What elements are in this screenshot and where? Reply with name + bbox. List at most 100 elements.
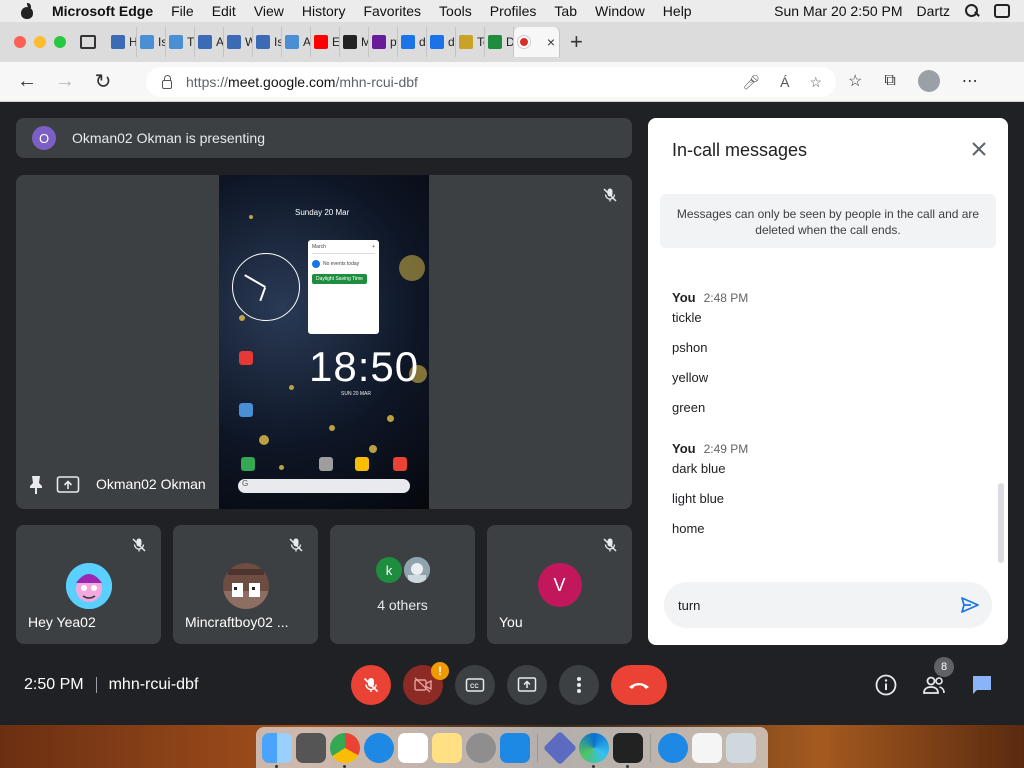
close-window-button[interactable] — [14, 36, 26, 48]
participant-tile-hey-yea02[interactable]: Hey Yea02 — [16, 525, 161, 644]
menubar-user[interactable]: Dartz — [917, 3, 950, 19]
menubar-clock[interactable]: Sun Mar 20 2:50 PM — [774, 3, 902, 19]
participant-tile-you[interactable]: V You — [487, 525, 632, 644]
collections-icon[interactable]: ⧉ — [884, 72, 895, 90]
menu-tab[interactable]: Tab — [554, 3, 577, 19]
notes-icon[interactable] — [432, 732, 462, 763]
chat-icon[interactable] — [970, 673, 994, 697]
browser-tab[interactable]: Top — [456, 27, 485, 57]
browser-tab[interactable]: Hor — [108, 27, 137, 57]
browser-tab[interactable]: Ma — [340, 27, 369, 57]
terminal-icon[interactable] — [613, 732, 643, 768]
tab-actions-icon[interactable] — [80, 35, 96, 49]
url-host: meet.google.com — [228, 74, 336, 90]
browser-tab[interactable]: An — [282, 27, 311, 57]
minimize-window-button[interactable] — [34, 36, 46, 48]
control-center-icon[interactable] — [994, 4, 1010, 18]
menu-window[interactable]: Window — [595, 3, 645, 19]
diamond-app-icon[interactable] — [543, 730, 577, 765]
in-call-messages-panel: In-call messages Messages can only be se… — [648, 118, 1008, 645]
menu-help[interactable]: Help — [663, 3, 692, 19]
browser-tab[interactable]: pw — [369, 27, 398, 57]
participant-tile-mincraftboy02[interactable]: Mincraftboy02 ... — [173, 525, 318, 644]
menu-favorites[interactable]: Favorites — [363, 3, 421, 19]
safari-icon[interactable] — [364, 732, 394, 763]
browser-tab[interactable]: Is t — [137, 27, 166, 57]
chat-timestamp: 2:48 PM — [703, 291, 749, 305]
app-menu[interactable]: Microsoft Edge — [52, 3, 153, 19]
browser-tab[interactable]: Edi — [311, 27, 340, 57]
captions-button[interactable]: CC — [455, 665, 495, 705]
read-aloud-icon[interactable]: Á — [780, 74, 789, 91]
system-preferences-icon[interactable] — [466, 732, 496, 763]
refresh-icon[interactable]: ↻ — [92, 71, 114, 93]
browser-tab[interactable]: dov — [427, 27, 456, 57]
add-favorite-icon[interactable]: ☆ — [809, 74, 822, 91]
bing-icon — [401, 35, 415, 49]
presentation-stage[interactable]: Sunday 20 Mar March + No events today Day… — [16, 175, 632, 509]
browser-tab[interactable]: Is H — [253, 27, 282, 57]
app-store-downloads-icon[interactable] — [658, 732, 688, 763]
chat-message-input[interactable] — [678, 597, 948, 613]
menu-tools[interactable]: Tools — [439, 3, 472, 19]
launchpad-icon[interactable] — [296, 732, 326, 763]
more-options-button[interactable] — [559, 665, 599, 705]
new-tab-icon[interactable]: + — [570, 29, 583, 55]
youtube-icon — [314, 35, 328, 49]
chat-sender-line: You 2:48 PM — [672, 290, 992, 305]
menu-profiles[interactable]: Profiles — [490, 3, 537, 19]
toggle-microphone-button[interactable] — [351, 665, 391, 705]
trash-icon[interactable] — [726, 732, 756, 763]
apple-icon[interactable] — [20, 3, 34, 19]
favorites-icon[interactable]: ☆ — [848, 71, 862, 91]
profile-avatar[interactable] — [917, 70, 940, 92]
camera-warning-badge[interactable]: ! — [431, 662, 449, 680]
chat-scrollbar[interactable] — [998, 483, 1004, 563]
menu-edit[interactable]: Edit — [212, 3, 236, 19]
spotlight-search-icon[interactable] — [964, 4, 980, 18]
tab-active-meet[interactable]: × — [514, 27, 560, 57]
browser-tab[interactable]: Dov — [485, 27, 514, 57]
url-field[interactable]: https://meet.google.com/mhn-rcui-dbf 🎤︎ … — [146, 67, 836, 97]
avatar — [222, 563, 269, 609]
zoom-window-button[interactable] — [54, 36, 66, 48]
send-icon[interactable] — [960, 595, 980, 615]
more-menu-icon[interactable]: ⋯ — [962, 71, 978, 91]
leave-call-button[interactable] — [611, 665, 667, 705]
browser-tab[interactable]: Wh — [224, 27, 253, 57]
tab-label: The — [187, 35, 195, 49]
microphone-icon[interactable]: 🎤︎ — [742, 74, 760, 91]
participant-tile-others[interactable]: k 4 others — [330, 525, 475, 644]
tab-label: Ma — [361, 35, 368, 49]
back-icon[interactable]: ← — [16, 70, 38, 93]
browser-tab[interactable]: dov — [398, 27, 427, 57]
address-toolbar: ← → ↻ https://meet.google.com/mhn-rcui-d… — [0, 62, 1024, 102]
menu-file[interactable]: File — [171, 3, 194, 19]
calendar-icon[interactable] — [398, 732, 428, 763]
browser-tab[interactable]: The — [166, 27, 195, 57]
photos-app-icon — [393, 457, 407, 471]
presentation-icon[interactable] — [56, 475, 80, 495]
app-store-icon[interactable] — [500, 732, 530, 763]
lock-icon[interactable] — [162, 75, 172, 89]
menu-view[interactable]: View — [254, 3, 284, 19]
meeting-info-icon[interactable] — [874, 673, 898, 697]
tab-label: dov — [448, 35, 455, 49]
document-icon[interactable] — [692, 732, 722, 763]
play-store-icon — [241, 457, 255, 471]
pin-icon[interactable] — [28, 475, 44, 495]
menu-history[interactable]: History — [302, 3, 346, 19]
chat-message: light blue — [672, 491, 725, 506]
browser-tab[interactable]: Am — [195, 27, 224, 57]
mac-dock — [256, 727, 768, 768]
chat-sender: You — [672, 290, 696, 305]
edge-icon[interactable] — [579, 732, 609, 768]
chrome-icon[interactable] — [330, 732, 360, 768]
forward-icon[interactable]: → — [54, 70, 76, 93]
close-tab-icon[interactable]: × — [547, 34, 559, 50]
close-icon[interactable] — [970, 140, 988, 158]
chat-compose — [664, 582, 992, 628]
present-now-button[interactable] — [507, 665, 547, 705]
phone-digital-time: 18:50 — [309, 343, 420, 390]
finder-icon[interactable] — [262, 732, 292, 768]
